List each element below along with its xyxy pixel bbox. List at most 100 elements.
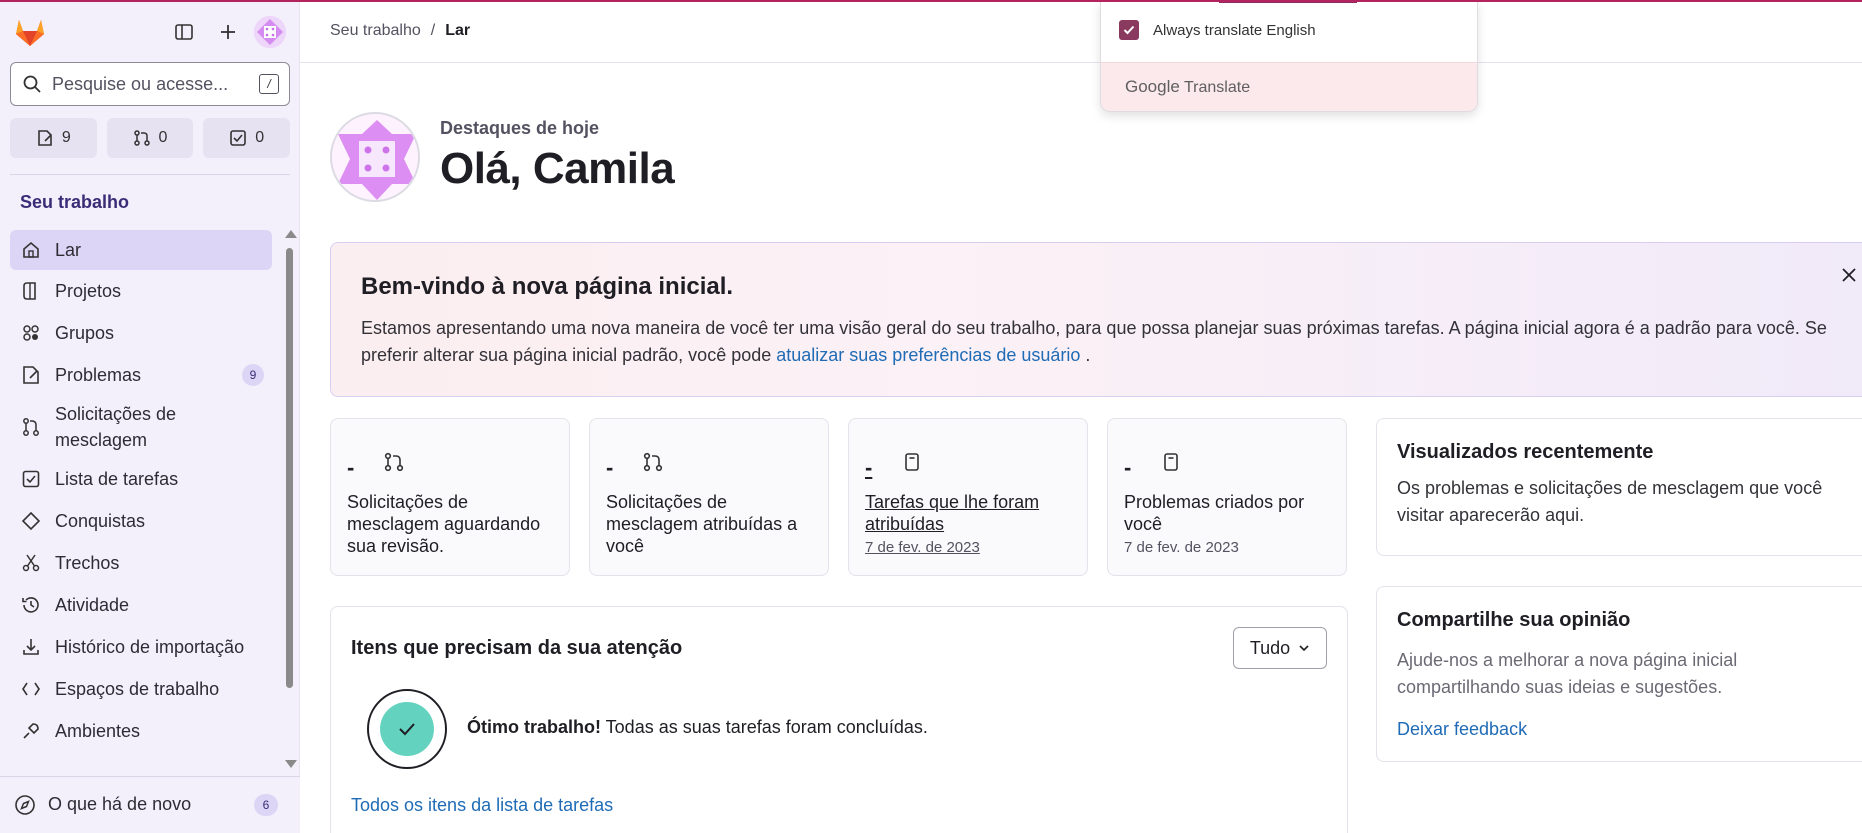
breadcrumb-separator: /: [430, 22, 436, 39]
import-icon: [20, 636, 42, 658]
sidebar-header: [0, 0, 300, 64]
sidebar-item-ambientes[interactable]: Ambientes: [10, 710, 272, 752]
card-value: -: [1124, 455, 1132, 480]
sidebar-item-conquistas[interactable]: Conquistas: [10, 500, 272, 542]
issues-icon: [20, 364, 42, 386]
create-new-button[interactable]: [212, 16, 244, 48]
card-mr-review[interactable]: - Solicitações de mesclagem aguardando s…: [330, 418, 570, 576]
always-translate-option[interactable]: Always translate English: [1119, 20, 1316, 40]
card-issues-created[interactable]: - Problemas criados por você 7 de fev. d…: [1107, 418, 1347, 576]
workspace-icon: [20, 678, 42, 700]
breadcrumb-parent[interactable]: Seu trabalho: [330, 22, 421, 40]
toggle-sidebar-button[interactable]: [168, 16, 200, 48]
close-icon: [1842, 268, 1856, 282]
sidebar-item-label: Histórico de importação: [55, 636, 245, 657]
gitlab-logo-icon[interactable]: [12, 14, 48, 50]
sidebar-item-grupos[interactable]: Grupos: [10, 312, 272, 354]
compass-icon: [15, 795, 35, 815]
translate-popup: Always translate English Google Translat…: [1100, 0, 1478, 112]
sidebar-item-merge-requests[interactable]: Solicitações de mesclagem: [10, 396, 272, 458]
banner-title: Bem-vindo à nova página inicial.: [361, 273, 734, 300]
user-preferences-link[interactable]: atualizar suas preferências de usuário: [776, 345, 1080, 365]
attention-message: Ótimo trabalho! Todas as suas tarefas fo…: [467, 717, 928, 738]
card-label: Tarefas que lhe foram atribuídas: [865, 492, 1040, 534]
sidebar-scrollbar[interactable]: [282, 230, 297, 770]
user-avatar[interactable]: [254, 16, 286, 48]
sidebar-item-label: Lista de tarefas: [55, 468, 179, 489]
sidebar-item-lar[interactable]: Lar: [10, 230, 272, 270]
feedback-card: Compartilhe sua opinião Ajude-nos a melh…: [1376, 586, 1862, 762]
scroll-down-arrow-icon[interactable]: [285, 760, 297, 768]
sidebar-item-espacos-de-trabalho[interactable]: Espaços de trabalho: [10, 668, 272, 710]
merge-requests-counter[interactable]: 0: [106, 118, 194, 158]
group-icon: [20, 322, 42, 344]
trophy-icon: [20, 510, 42, 532]
attention-filter-dropdown[interactable]: Tudo: [1233, 627, 1327, 669]
sidebar-item-label: Conquistas: [55, 510, 146, 531]
whats-new-label: O que há de novo: [48, 794, 192, 814]
home-icon: [20, 239, 42, 261]
brand-google: Google: [1125, 77, 1180, 96]
greeting-subtitle: Destaques de hoje: [440, 118, 600, 138]
sidebar-item-lista-de-tarefas[interactable]: Lista de tarefas: [10, 458, 272, 500]
sidebar-item-atividade[interactable]: Atividade: [10, 584, 272, 626]
project-icon: [20, 280, 42, 302]
card-value: -: [606, 455, 614, 480]
attention-panel: Itens que precisam da sua atenção Tudo Ó…: [330, 606, 1348, 833]
card-date: 7 de fev. de 2023: [865, 539, 980, 556]
card-label: Solicitações de mesclagem atribuídas a v…: [606, 492, 798, 556]
whats-new-badge: 6: [254, 794, 278, 816]
breadcrumb-current[interactable]: Lar: [445, 22, 470, 40]
sidebar-item-label: Solicitações de mesclagem: [55, 404, 177, 450]
counters-bar: 9 0 0: [10, 118, 291, 158]
sidebar-item-label: Atividade: [55, 594, 130, 615]
card-value: -: [865, 455, 873, 480]
feedback-title: Compartilhe sua opinião: [1397, 609, 1631, 631]
attention-message-text: Todas as suas tarefas foram concluídas.: [601, 717, 928, 737]
sidebar-item-label: Espaços de trabalho: [55, 678, 220, 699]
scroll-thumb[interactable]: [286, 248, 293, 688]
card-label: Problemas criados por você: [1124, 492, 1305, 534]
todo-icon: [20, 468, 42, 490]
sidebar-item-trechos[interactable]: Trechos: [10, 542, 272, 584]
issues-icon: [38, 130, 52, 146]
checkmark-icon: [399, 723, 415, 736]
greeting-title: Olá, Camila: [440, 144, 675, 193]
card-tasks-assigned[interactable]: - Tarefas que lhe foram atribuídas 7 de …: [848, 418, 1088, 576]
search-icon: [23, 75, 41, 93]
top-accent-line: [0, 0, 1862, 2]
always-translate-checkbox[interactable]: [1119, 20, 1139, 40]
sidebar-item-problemas[interactable]: Problemas 9: [10, 354, 272, 396]
sidebar-item-historico-de-importacao[interactable]: Histórico de importação: [10, 626, 272, 668]
sidebar-item-projetos[interactable]: Projetos: [10, 270, 272, 312]
welcome-banner: Bem-vindo à nova página inicial. Estamos…: [330, 242, 1862, 397]
search-input[interactable]: Pesquise ou acesse... /: [10, 62, 290, 106]
google-translate-brand: Google Translate: [1125, 77, 1250, 97]
close-banner-button[interactable]: [1837, 263, 1861, 287]
always-translate-label: Always translate English: [1153, 21, 1316, 39]
whats-new-item[interactable]: O que há de novo 6: [0, 776, 300, 833]
attention-message-bold: Ótimo trabalho!: [467, 717, 601, 737]
issues-counter[interactable]: 9: [10, 118, 97, 158]
all-todos-link[interactable]: Todos os itens da lista de tarefas: [351, 795, 613, 816]
leave-feedback-link[interactable]: Deixar feedback: [1397, 719, 1527, 740]
sidebar-item-label: Grupos: [55, 322, 115, 343]
sidebar-panel-icon: [175, 24, 193, 40]
environment-icon: [20, 720, 42, 742]
breadcrumb: Seu trabalho / Lar: [330, 22, 470, 40]
plus-icon: [221, 25, 235, 39]
sidebar-section-title: Seu trabalho: [20, 192, 130, 212]
merge-request-icon: [20, 416, 42, 438]
recent-text: Os problemas e solicitações de mesclagem…: [1397, 478, 1823, 525]
recent-title: Visualizados recentemente: [1397, 441, 1654, 463]
history-icon: [20, 594, 42, 616]
scroll-up-arrow-icon[interactable]: [285, 230, 297, 238]
sidebar-nav: Lar Projetos Grupos Problemas 9 Solicita…: [10, 230, 272, 770]
sidebar-item-label: Lar: [55, 239, 82, 260]
header-divider: [300, 62, 1862, 63]
merge-request-icon: [643, 452, 663, 472]
sidebar-item-label: Ambientes: [55, 720, 141, 741]
card-mr-assigned[interactable]: - Solicitações de mesclagem atribuídas a…: [589, 418, 829, 576]
todos-counter[interactable]: 0: [203, 118, 291, 158]
search-shortcut-key: /: [259, 74, 279, 94]
